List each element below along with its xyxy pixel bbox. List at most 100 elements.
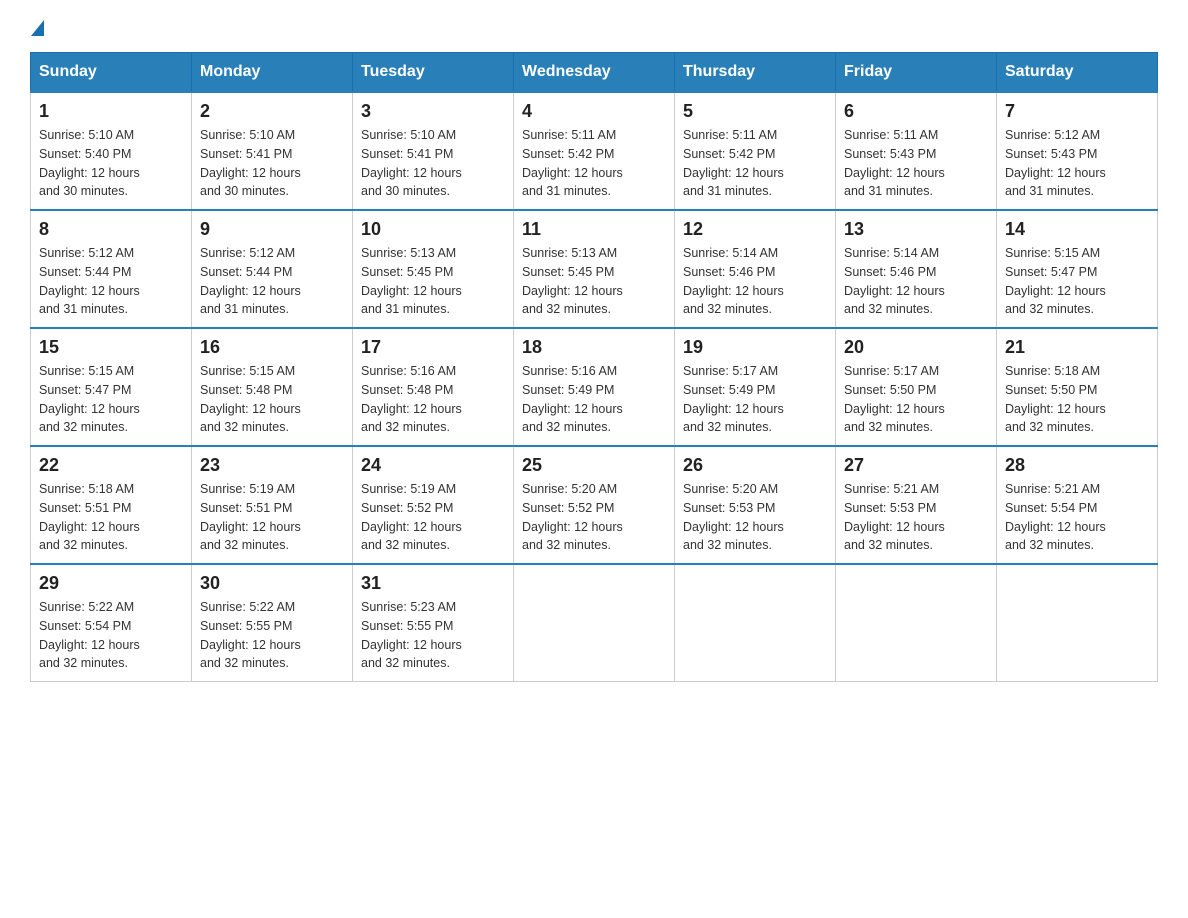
calendar-cell: 16 Sunrise: 5:15 AMSunset: 5:48 PMDaylig… [192, 328, 353, 446]
day-number: 25 [522, 455, 666, 476]
calendar-table: SundayMondayTuesdayWednesdayThursdayFrid… [30, 52, 1158, 682]
header-wednesday: Wednesday [514, 53, 675, 93]
day-info: Sunrise: 5:10 AMSunset: 5:41 PMDaylight:… [361, 128, 462, 198]
logo-icon [31, 20, 44, 38]
calendar-cell: 31 Sunrise: 5:23 AMSunset: 5:55 PMDaylig… [353, 564, 514, 682]
day-number: 11 [522, 219, 666, 240]
calendar-cell: 27 Sunrise: 5:21 AMSunset: 5:53 PMDaylig… [836, 446, 997, 564]
day-info: Sunrise: 5:15 AMSunset: 5:47 PMDaylight:… [1005, 246, 1106, 316]
day-info: Sunrise: 5:21 AMSunset: 5:54 PMDaylight:… [1005, 482, 1106, 552]
day-number: 22 [39, 455, 183, 476]
day-number: 13 [844, 219, 988, 240]
calendar-cell [997, 564, 1158, 682]
day-number: 5 [683, 101, 827, 122]
calendar-cell [514, 564, 675, 682]
day-info: Sunrise: 5:17 AMSunset: 5:49 PMDaylight:… [683, 364, 784, 434]
day-info: Sunrise: 5:21 AMSunset: 5:53 PMDaylight:… [844, 482, 945, 552]
day-number: 8 [39, 219, 183, 240]
day-number: 2 [200, 101, 344, 122]
day-info: Sunrise: 5:11 AMSunset: 5:43 PMDaylight:… [844, 128, 945, 198]
day-info: Sunrise: 5:19 AMSunset: 5:52 PMDaylight:… [361, 482, 462, 552]
page-header [30, 20, 1158, 34]
calendar-cell: 18 Sunrise: 5:16 AMSunset: 5:49 PMDaylig… [514, 328, 675, 446]
calendar-cell: 8 Sunrise: 5:12 AMSunset: 5:44 PMDayligh… [31, 210, 192, 328]
week-row-5: 29 Sunrise: 5:22 AMSunset: 5:54 PMDaylig… [31, 564, 1158, 682]
day-number: 21 [1005, 337, 1149, 358]
day-number: 1 [39, 101, 183, 122]
calendar-cell: 26 Sunrise: 5:20 AMSunset: 5:53 PMDaylig… [675, 446, 836, 564]
day-info: Sunrise: 5:16 AMSunset: 5:49 PMDaylight:… [522, 364, 623, 434]
day-info: Sunrise: 5:12 AMSunset: 5:44 PMDaylight:… [39, 246, 140, 316]
day-number: 31 [361, 573, 505, 594]
day-number: 6 [844, 101, 988, 122]
calendar-cell: 6 Sunrise: 5:11 AMSunset: 5:43 PMDayligh… [836, 92, 997, 210]
day-info: Sunrise: 5:13 AMSunset: 5:45 PMDaylight:… [522, 246, 623, 316]
day-info: Sunrise: 5:23 AMSunset: 5:55 PMDaylight:… [361, 600, 462, 670]
day-info: Sunrise: 5:16 AMSunset: 5:48 PMDaylight:… [361, 364, 462, 434]
calendar-cell: 20 Sunrise: 5:17 AMSunset: 5:50 PMDaylig… [836, 328, 997, 446]
logo [30, 20, 44, 34]
day-info: Sunrise: 5:19 AMSunset: 5:51 PMDaylight:… [200, 482, 301, 552]
day-info: Sunrise: 5:20 AMSunset: 5:53 PMDaylight:… [683, 482, 784, 552]
day-number: 9 [200, 219, 344, 240]
day-number: 24 [361, 455, 505, 476]
calendar-cell: 4 Sunrise: 5:11 AMSunset: 5:42 PMDayligh… [514, 92, 675, 210]
day-info: Sunrise: 5:10 AMSunset: 5:41 PMDaylight:… [200, 128, 301, 198]
day-number: 26 [683, 455, 827, 476]
week-row-1: 1 Sunrise: 5:10 AMSunset: 5:40 PMDayligh… [31, 92, 1158, 210]
calendar-cell: 30 Sunrise: 5:22 AMSunset: 5:55 PMDaylig… [192, 564, 353, 682]
calendar-cell: 1 Sunrise: 5:10 AMSunset: 5:40 PMDayligh… [31, 92, 192, 210]
week-row-2: 8 Sunrise: 5:12 AMSunset: 5:44 PMDayligh… [31, 210, 1158, 328]
day-number: 18 [522, 337, 666, 358]
day-number: 17 [361, 337, 505, 358]
header-thursday: Thursday [675, 53, 836, 93]
day-info: Sunrise: 5:15 AMSunset: 5:48 PMDaylight:… [200, 364, 301, 434]
day-number: 30 [200, 573, 344, 594]
day-info: Sunrise: 5:11 AMSunset: 5:42 PMDaylight:… [522, 128, 623, 198]
calendar-cell: 22 Sunrise: 5:18 AMSunset: 5:51 PMDaylig… [31, 446, 192, 564]
day-number: 20 [844, 337, 988, 358]
calendar-cell [836, 564, 997, 682]
day-info: Sunrise: 5:22 AMSunset: 5:54 PMDaylight:… [39, 600, 140, 670]
calendar-cell [675, 564, 836, 682]
day-info: Sunrise: 5:11 AMSunset: 5:42 PMDaylight:… [683, 128, 784, 198]
day-info: Sunrise: 5:22 AMSunset: 5:55 PMDaylight:… [200, 600, 301, 670]
header-friday: Friday [836, 53, 997, 93]
day-number: 29 [39, 573, 183, 594]
calendar-cell: 17 Sunrise: 5:16 AMSunset: 5:48 PMDaylig… [353, 328, 514, 446]
calendar-cell: 11 Sunrise: 5:13 AMSunset: 5:45 PMDaylig… [514, 210, 675, 328]
day-number: 15 [39, 337, 183, 358]
calendar-cell: 19 Sunrise: 5:17 AMSunset: 5:49 PMDaylig… [675, 328, 836, 446]
day-info: Sunrise: 5:10 AMSunset: 5:40 PMDaylight:… [39, 128, 140, 198]
day-info: Sunrise: 5:17 AMSunset: 5:50 PMDaylight:… [844, 364, 945, 434]
calendar-cell: 15 Sunrise: 5:15 AMSunset: 5:47 PMDaylig… [31, 328, 192, 446]
day-number: 19 [683, 337, 827, 358]
calendar-cell: 24 Sunrise: 5:19 AMSunset: 5:52 PMDaylig… [353, 446, 514, 564]
header-tuesday: Tuesday [353, 53, 514, 93]
day-info: Sunrise: 5:18 AMSunset: 5:51 PMDaylight:… [39, 482, 140, 552]
calendar-cell: 2 Sunrise: 5:10 AMSunset: 5:41 PMDayligh… [192, 92, 353, 210]
calendar-cell: 14 Sunrise: 5:15 AMSunset: 5:47 PMDaylig… [997, 210, 1158, 328]
logo-triangle-icon [31, 20, 44, 36]
day-info: Sunrise: 5:12 AMSunset: 5:44 PMDaylight:… [200, 246, 301, 316]
calendar-cell: 5 Sunrise: 5:11 AMSunset: 5:42 PMDayligh… [675, 92, 836, 210]
day-number: 12 [683, 219, 827, 240]
calendar-cell: 12 Sunrise: 5:14 AMSunset: 5:46 PMDaylig… [675, 210, 836, 328]
day-number: 16 [200, 337, 344, 358]
week-row-4: 22 Sunrise: 5:18 AMSunset: 5:51 PMDaylig… [31, 446, 1158, 564]
day-info: Sunrise: 5:13 AMSunset: 5:45 PMDaylight:… [361, 246, 462, 316]
day-info: Sunrise: 5:14 AMSunset: 5:46 PMDaylight:… [683, 246, 784, 316]
header-saturday: Saturday [997, 53, 1158, 93]
day-number: 27 [844, 455, 988, 476]
calendar-header-row: SundayMondayTuesdayWednesdayThursdayFrid… [31, 53, 1158, 93]
day-info: Sunrise: 5:15 AMSunset: 5:47 PMDaylight:… [39, 364, 140, 434]
day-info: Sunrise: 5:12 AMSunset: 5:43 PMDaylight:… [1005, 128, 1106, 198]
day-info: Sunrise: 5:20 AMSunset: 5:52 PMDaylight:… [522, 482, 623, 552]
day-number: 10 [361, 219, 505, 240]
calendar-cell: 29 Sunrise: 5:22 AMSunset: 5:54 PMDaylig… [31, 564, 192, 682]
calendar-cell: 10 Sunrise: 5:13 AMSunset: 5:45 PMDaylig… [353, 210, 514, 328]
calendar-cell: 23 Sunrise: 5:19 AMSunset: 5:51 PMDaylig… [192, 446, 353, 564]
calendar-cell: 25 Sunrise: 5:20 AMSunset: 5:52 PMDaylig… [514, 446, 675, 564]
day-number: 3 [361, 101, 505, 122]
day-number: 14 [1005, 219, 1149, 240]
